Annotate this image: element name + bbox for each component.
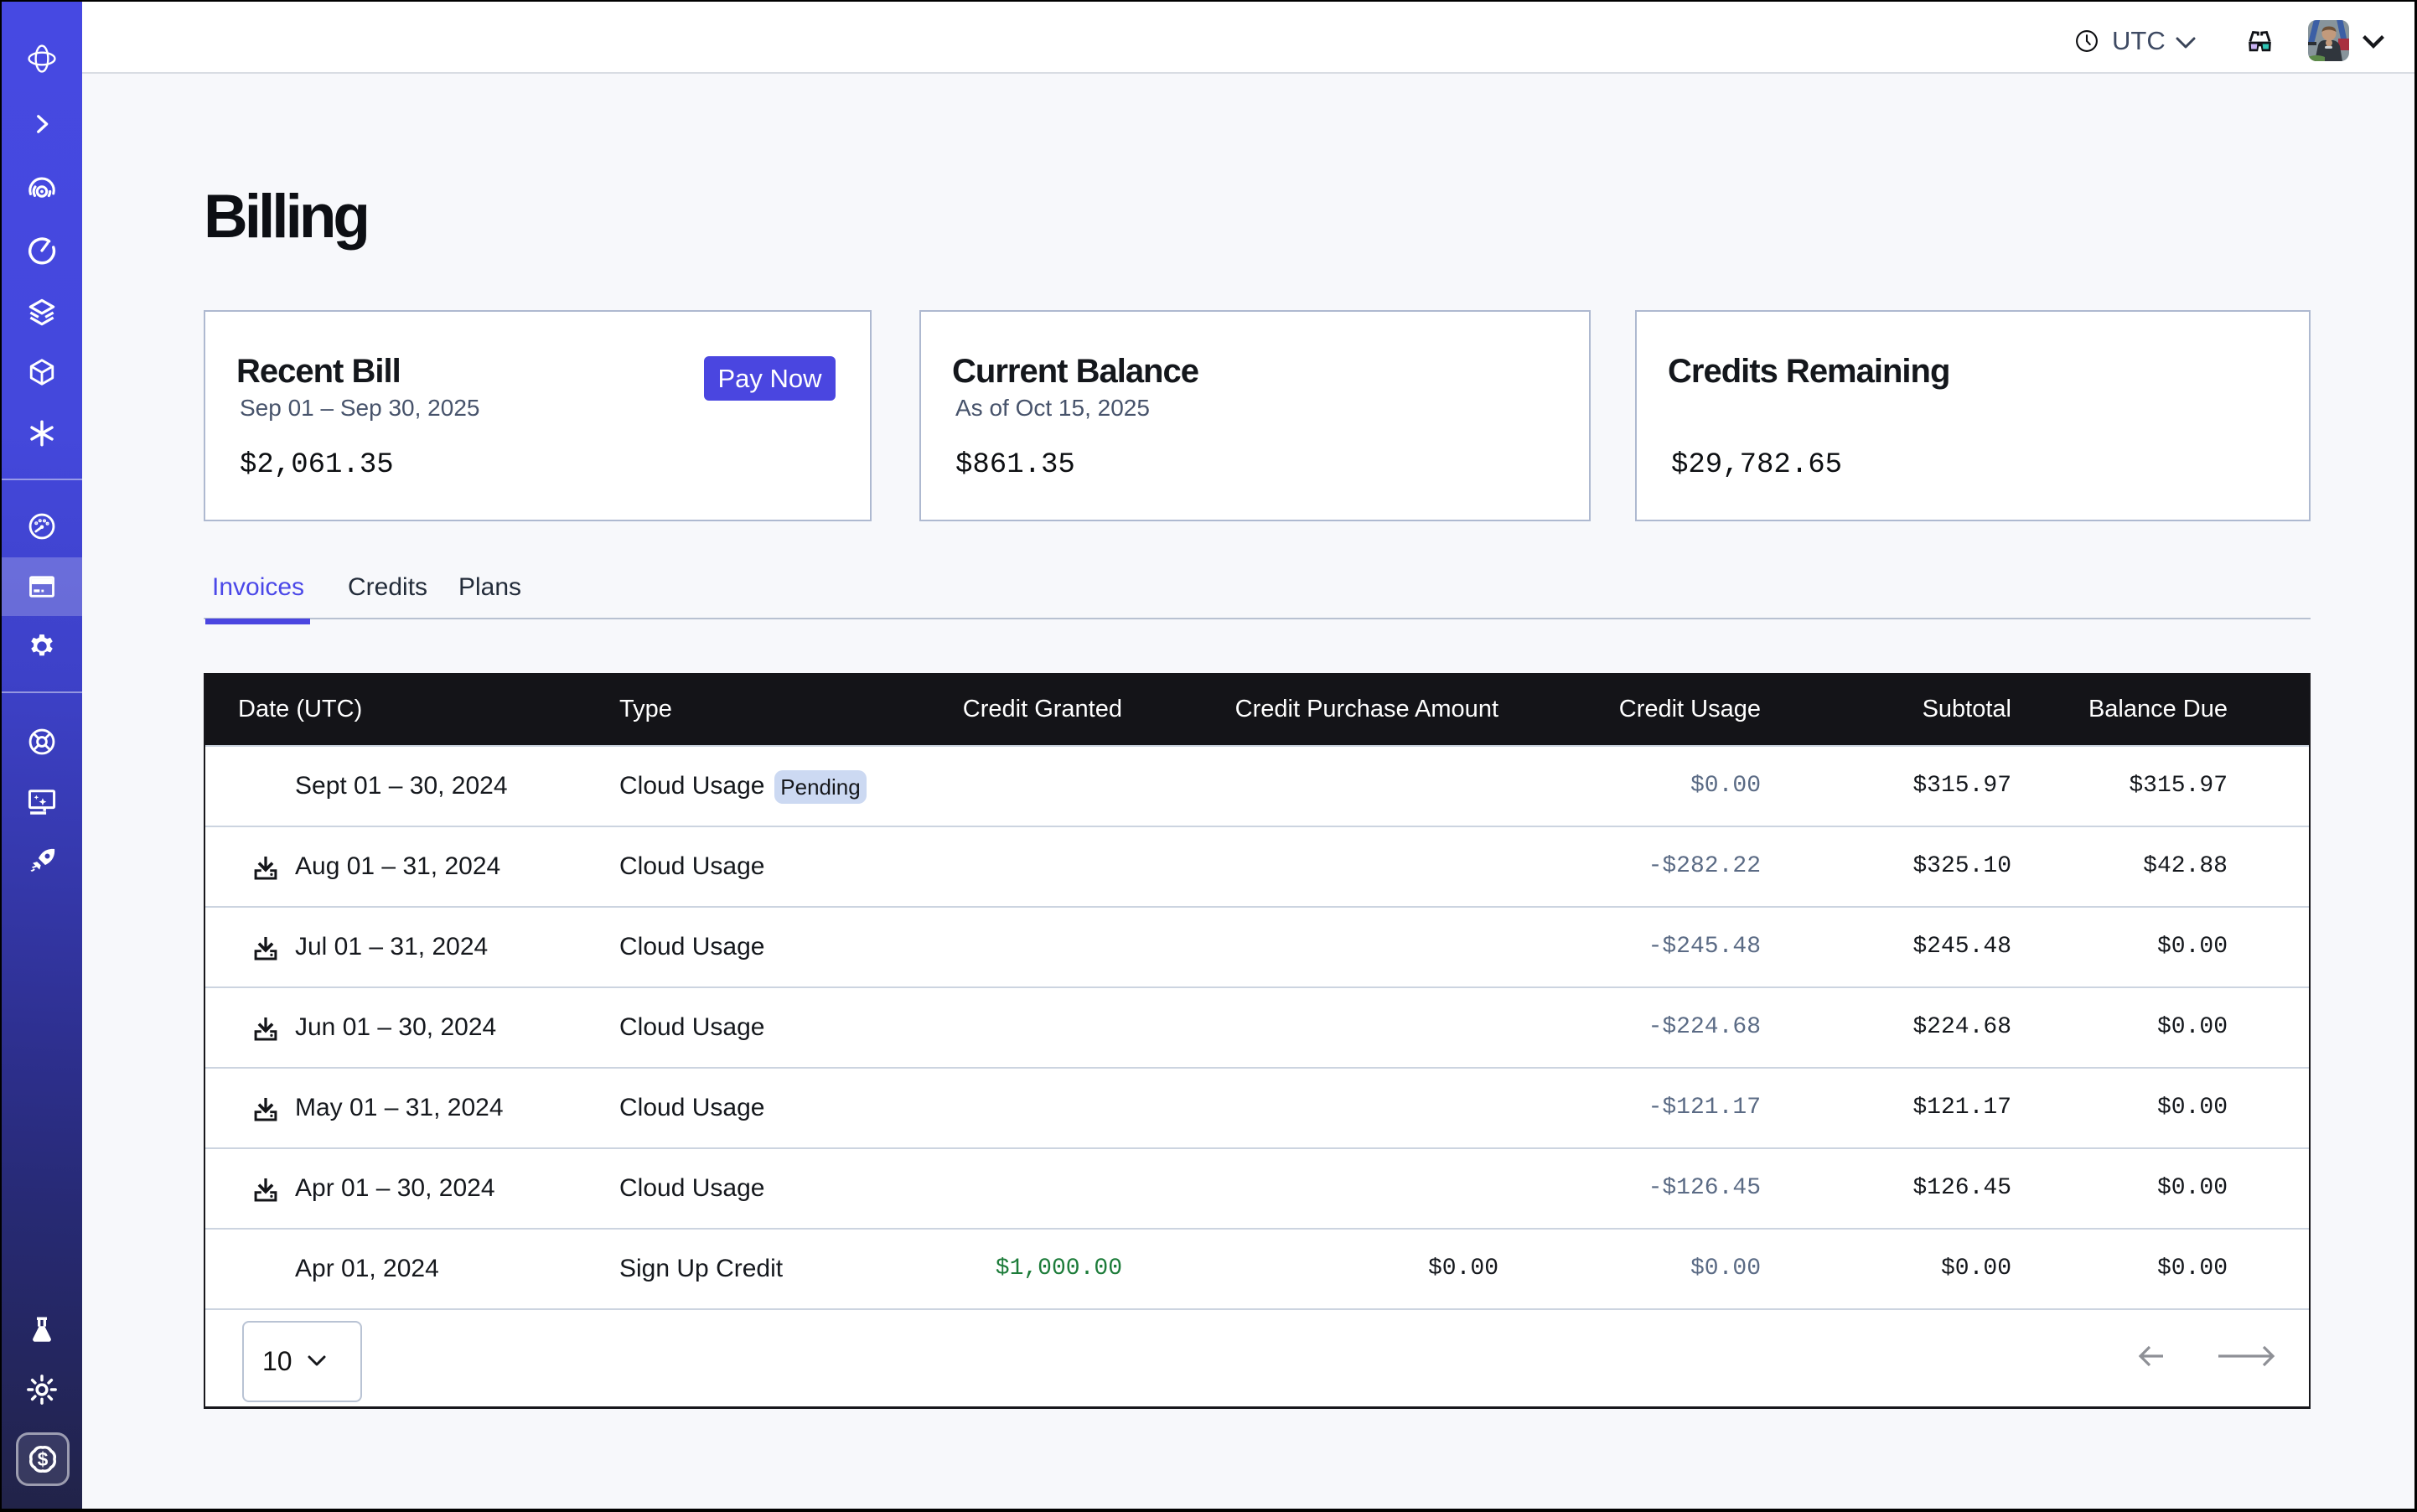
svg-text:$: $ — [38, 1448, 49, 1470]
